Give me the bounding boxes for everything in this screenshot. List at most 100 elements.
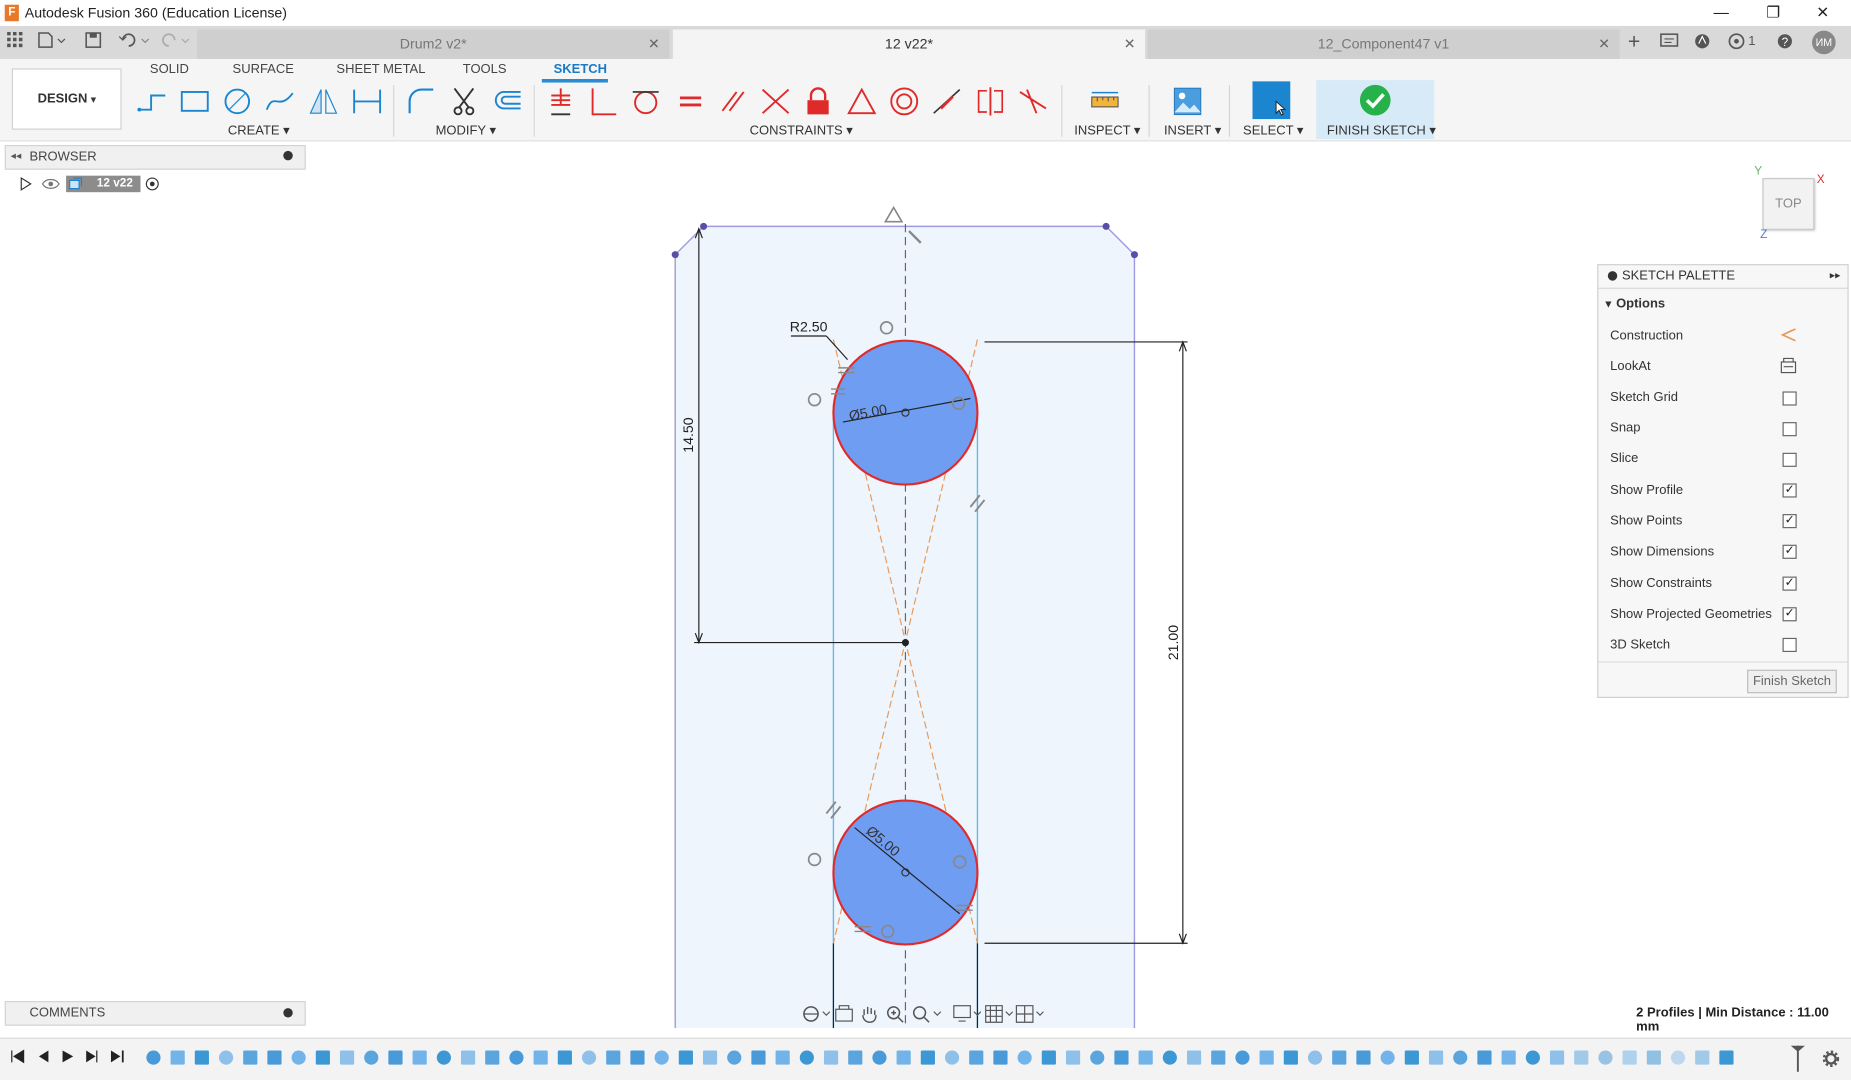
timeline-play-icon[interactable] [60,1049,74,1067]
timeline-feature-icon[interactable] [1235,1050,1250,1065]
tangent-constraint-icon[interactable] [630,85,661,118]
pin-palette-icon[interactable] [1607,271,1618,281]
timeline-feature-icon[interactable] [1017,1050,1032,1065]
timeline-feature-icon[interactable] [1719,1050,1734,1065]
fix-constraint-icon[interactable] [803,85,834,118]
modify-menu[interactable]: MODIFY ▾ [436,123,496,138]
timeline-feature-icon[interactable] [751,1050,766,1065]
timeline-feature-icon[interactable] [799,1050,814,1065]
pan-hand-icon[interactable] [859,1005,878,1027]
sketch-palette-header[interactable]: SKETCH PALETTE ▸▸ [1598,265,1848,289]
timeline-feature-icon[interactable] [1186,1050,1202,1065]
sketch-grid-checkbox[interactable] [1782,391,1797,406]
select-tool-icon[interactable] [1252,81,1291,120]
display-settings-icon[interactable] [953,1005,982,1027]
timeline-feature-icon[interactable] [727,1050,742,1065]
palette-finish-sketch-button[interactable]: Finish Sketch [1747,669,1837,694]
timeline-feature-icon[interactable] [412,1050,427,1065]
concentric-constraint-icon[interactable] [889,85,920,118]
browser-panel[interactable]: ◂◂ BROWSER [4,145,306,170]
timeline-feature-icon[interactable] [1283,1050,1298,1065]
new-tab-plus-icon[interactable]: + [1628,29,1640,54]
user-avatar[interactable]: ИМ [1812,30,1836,55]
show-constraints-checkbox[interactable]: ✓ [1782,576,1797,591]
vertical-dimension-left[interactable]: 14.50 [680,417,696,453]
mirror-tool-icon[interactable] [308,85,339,118]
viewports-icon[interactable] [1015,1005,1044,1027]
sketch-canvas[interactable]: R2.50 Ø5.00 Ø5.00 14.50 21.00 [0,141,1851,1029]
timeline-feature-icon[interactable] [944,1050,960,1065]
timeline-feature-icon[interactable] [1332,1050,1347,1065]
timeline-feature-icon[interactable] [581,1050,597,1065]
view-cube-face[interactable]: TOP [1775,197,1801,211]
timeline-feature-icon[interactable] [1307,1050,1323,1065]
tab-drum2[interactable]: Drum2 v2* ✕ [197,29,670,59]
offset-tool-icon[interactable] [492,85,523,118]
close-tab-icon[interactable]: ✕ [1124,29,1136,58]
show-profile-checkbox[interactable]: ✓ [1782,483,1797,498]
timeline-feature-icon[interactable] [872,1050,887,1065]
view-cube[interactable]: TOP [1762,178,1815,230]
palette-row-construction[interactable]: Construction [1610,329,1683,343]
zoom-icon[interactable] [885,1005,904,1027]
pin-panel-icon[interactable] [283,150,293,161]
timeline-feature-icon[interactable] [1211,1050,1226,1065]
timeline-feature-icon[interactable] [848,1050,863,1065]
show-dimensions-checkbox[interactable]: ✓ [1782,544,1797,559]
timeline-feature-icon[interactable] [533,1050,548,1065]
timeline-feature-icon[interactable] [1065,1050,1081,1065]
spline-tool-icon[interactable] [264,85,295,118]
timeline-next-icon[interactable] [85,1049,99,1067]
timeline-feature-icon[interactable] [436,1050,451,1065]
timeline-feature-icon[interactable] [823,1050,839,1065]
close-window-button[interactable]: ✕ [1797,0,1849,26]
timeline-features[interactable] [142,1043,1818,1076]
midpoint[interactable] [901,639,909,647]
file-menu-icon[interactable] [38,32,66,52]
comments-panel[interactable]: COMMENTS [4,1001,306,1026]
timeline-feature-icon[interactable] [1041,1050,1056,1065]
timeline-feature-icon[interactable] [1114,1050,1129,1065]
timeline-feature-icon[interactable] [485,1050,500,1065]
curvature-constraint-icon[interactable] [1018,85,1049,118]
trim-tool-icon[interactable] [450,85,481,118]
save-icon[interactable] [85,32,102,52]
sketch-point[interactable] [1102,222,1110,230]
timeline-feature-icon[interactable] [509,1050,524,1065]
timeline-feature-icon[interactable] [969,1050,984,1065]
timeline-end-icon[interactable] [110,1049,124,1067]
finish-check-icon[interactable] [1358,83,1393,118]
timeline-start-icon[interactable] [11,1049,25,1067]
perpendicular-constraint-icon[interactable] [588,85,619,118]
help-icon[interactable]: ? [1777,33,1794,53]
timeline-feature-icon[interactable] [1622,1050,1637,1065]
sketch-point[interactable] [700,222,708,230]
select-menu[interactable]: SELECT ▾ [1243,123,1303,138]
timeline-feature-icon[interactable] [630,1050,645,1065]
construction-icon[interactable] [1780,327,1797,347]
look-at-nav-icon[interactable] [835,1005,854,1027]
measure-tool-icon[interactable] [1090,85,1121,118]
timeline-feature-icon[interactable] [194,1050,209,1065]
3d-sketch-checkbox[interactable] [1782,637,1797,653]
finish-sketch-menu[interactable]: FINISH SKETCH ▾ [1327,123,1436,138]
constraints-menu[interactable]: CONSTRAINTS ▾ [750,123,853,138]
create-menu[interactable]: CREATE ▾ [228,123,290,138]
vertical-dimension-right[interactable]: 21.00 [1165,625,1181,661]
timeline-feature-icon[interactable] [1404,1050,1419,1065]
radius-dimension[interactable]: R2.50 [790,318,828,334]
line-tool-icon[interactable] [137,85,168,118]
tab-component47[interactable]: 12_Component47 v1 ✕ [1147,29,1620,59]
tab-sheet-metal[interactable]: SHEET METAL [336,62,425,76]
timeline-feature-icon[interactable] [170,1050,185,1065]
close-tab-icon[interactable]: ✕ [1598,29,1610,58]
tab-sketch[interactable]: SKETCH [554,62,607,76]
notifications-icon[interactable] [1728,33,1747,53]
timeline-feature-icon[interactable] [243,1050,258,1065]
tab-surface[interactable]: SURFACE [233,62,294,76]
equal-constraint-icon[interactable] [675,85,706,118]
bottom-circle[interactable] [832,799,979,946]
timeline-feature-icon[interactable] [1501,1050,1516,1065]
snap-checkbox[interactable] [1782,422,1797,437]
expand-tree-icon[interactable] [19,176,33,195]
